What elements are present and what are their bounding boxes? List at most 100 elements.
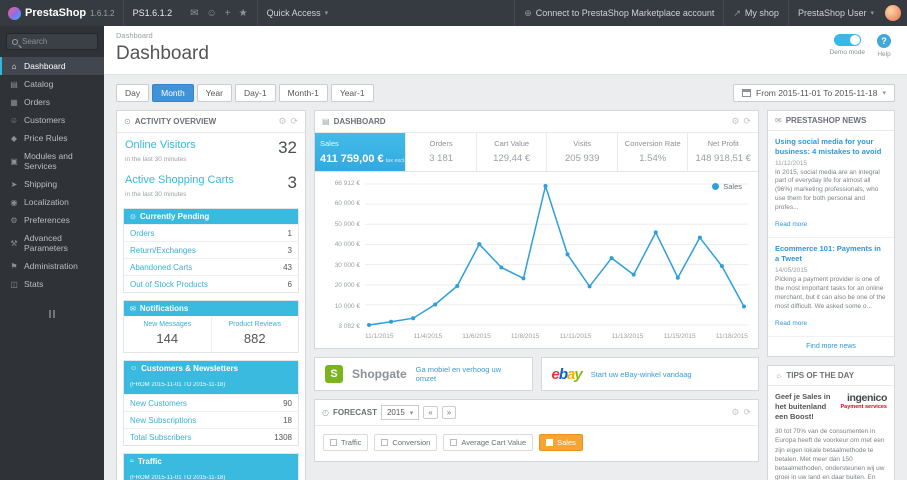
news-article-link[interactable]: Using social media for your business: 4 …	[775, 137, 887, 157]
news-article-excerpt: Picking a payment provider is one of the…	[775, 275, 886, 310]
sidebar-item-preferences[interactable]: ⚙ Preferences	[0, 211, 104, 229]
forecast-legend: Traffic Conversion Average Cart Value Sa…	[315, 426, 758, 461]
read-more-link[interactable]: Read more	[775, 221, 807, 228]
sidebar-nav: ⌂ Dashboard ▤ Catalog ▦ Orders ☺ Customers ◆…	[0, 57, 104, 293]
product-reviews-cell[interactable]: Product Reviews 882	[210, 316, 299, 352]
forecast-next-button[interactable]: »	[441, 406, 457, 419]
kpi-sales-tab[interactable]: Sales 411 759,00 € tax excl.	[315, 133, 407, 171]
forecast-prev-button[interactable]: «	[423, 406, 438, 419]
breadcrumb[interactable]: Dashboard	[116, 31, 209, 40]
sidebar-collapse-button[interactable]	[0, 305, 104, 323]
expertise-icon[interactable]: ★	[239, 8, 248, 19]
day-minus-1-button[interactable]: Day-1	[234, 84, 276, 102]
date-range-picker[interactable]: From 2015-11-01 To 2015-11-18 ▾	[733, 84, 895, 102]
refresh-icon[interactable]: ⟳	[743, 116, 751, 127]
month-minus-1-button[interactable]: Month-1	[278, 84, 328, 102]
traffic-header: ≈ Traffic (FROM 2015-11-01 TO 2015-11-18)	[124, 454, 298, 480]
sidebar-item-administration[interactable]: ⚑ Administration	[0, 257, 104, 275]
news-article-link[interactable]: Ecommerce 101: Payments in a Tweet	[775, 244, 887, 264]
gear-icon[interactable]: ⚙	[731, 407, 739, 418]
checkbox-icon	[330, 439, 337, 446]
quick-access-dropdown[interactable]: Quick Access ▾	[256, 0, 338, 26]
orders-icon: ▦	[10, 97, 18, 107]
forecast-conversion-checkbox[interactable]: Conversion	[374, 434, 438, 451]
out-of-stock-link[interactable]: Out of Stock Products	[130, 280, 208, 289]
new-subscriptions-link[interactable]: New Subscriptions	[130, 416, 196, 425]
online-visitors-link[interactable]: Online Visitors	[125, 139, 196, 151]
refresh-icon[interactable]: ⟳	[743, 407, 751, 418]
user-menu-dropdown[interactable]: PrestaShop User ▾	[787, 0, 883, 26]
refresh-icon[interactable]: ⟳	[290, 116, 298, 127]
active-carts-link[interactable]: Active Shopping Carts	[125, 174, 234, 186]
avatar[interactable]	[885, 5, 901, 21]
sidebar-item-dashboard[interactable]: ⌂ Dashboard	[0, 57, 104, 75]
prestashop-logo[interactable]: PrestaShop 1.6.1.2	[0, 0, 123, 26]
left-column: ⊙ ACTIVITY OVERVIEW ⚙ ⟳ Online Visitors …	[116, 110, 306, 480]
customers-icon: ☺	[9, 115, 19, 125]
kpi-cart-value-tab[interactable]: Cart Value 129,44 €	[477, 133, 548, 171]
sidebar-item-orders[interactable]: ▦ Orders	[0, 93, 104, 111]
kpi-net-profit-tab[interactable]: Net Profit 148 918,51 €	[688, 133, 758, 171]
customers-icon[interactable]: ☺	[207, 8, 217, 19]
active-carts-subtitle: in the last 30 minutes	[125, 191, 187, 198]
forecast-avg-cart-checkbox[interactable]: Average Cart Value	[443, 434, 534, 451]
sidebar-item-stats[interactable]: ◫ Stats	[0, 275, 104, 293]
sidebar-item-catalog[interactable]: ▤ Catalog	[0, 75, 104, 93]
shopgate-link[interactable]: Ga mobiel en verhoog uw omzet	[416, 365, 522, 383]
returns-link[interactable]: Return/Exchanges	[130, 246, 196, 255]
ebay-link[interactable]: Start uw eBay-winkel vandaag	[591, 370, 692, 379]
modules-icon: ▣	[10, 156, 18, 166]
tips-text: 30 tot 70% van de consumenten in Europa …	[775, 428, 885, 480]
gear-icon[interactable]: ⚙	[731, 116, 739, 127]
calendar-icon	[742, 89, 752, 97]
year-minus-1-button[interactable]: Year-1	[330, 84, 374, 102]
gear-icon[interactable]: ⚙	[278, 116, 286, 127]
pending-row: Out of Stock Products 6	[124, 275, 298, 292]
find-more-news-link[interactable]: Find more news	[768, 337, 894, 356]
sidebar-item-modules[interactable]: ▣ Modules and Services	[0, 147, 104, 175]
marketplace-link[interactable]: ⊕ Connect to PrestaShop Marketplace acco…	[514, 0, 723, 26]
forecast-sales-checkbox[interactable]: Sales	[539, 434, 583, 451]
online-visitors-subtitle: in the last 30 minutes	[125, 156, 187, 163]
abandoned-carts-link[interactable]: Abandoned Carts	[130, 263, 192, 272]
kpi-conversion-tab[interactable]: Conversion Rate 1.54%	[618, 133, 689, 171]
forecast-year-select[interactable]: 2015 ▾	[380, 405, 420, 420]
total-subscribers-link[interactable]: Total Subscribers	[130, 433, 191, 442]
sidebar-item-advanced-parameters[interactable]: ⚒ Advanced Parameters	[0, 229, 104, 257]
legend-dot	[712, 183, 720, 190]
add-icon[interactable]: +	[225, 8, 231, 19]
forecast-traffic-checkbox[interactable]: Traffic	[323, 434, 369, 451]
search-input[interactable]	[22, 37, 92, 46]
clock-icon: ◴	[322, 408, 329, 417]
orders-link[interactable]: Orders	[130, 229, 154, 238]
page-title: Dashboard	[116, 43, 209, 64]
shipping-icon: ➤	[10, 179, 18, 189]
checkbox-icon	[450, 439, 458, 446]
demo-mode-control: Demo mode	[830, 34, 865, 56]
cart-icon[interactable]: ✉	[190, 8, 198, 19]
sidebar-item-price-rules[interactable]: ◆ Price Rules	[0, 129, 104, 147]
day-button[interactable]: Day	[116, 84, 150, 102]
online-visitors-value: 32	[278, 138, 297, 157]
my-shop-link[interactable]: ↗ My shop	[723, 0, 788, 26]
sidebar-item-localization[interactable]: ◉ Localization	[0, 193, 104, 211]
kpi-visits-tab[interactable]: Visits 205 939	[547, 133, 618, 171]
logo-text: PrestaShop	[25, 7, 87, 19]
help-icon[interactable]: ?	[877, 34, 891, 48]
sidebar-item-shipping[interactable]: ➤ Shipping	[0, 175, 104, 193]
sidebar-item-customers[interactable]: ☺ Customers	[0, 111, 104, 129]
topbar: PrestaShop 1.6.1.2 PS1.6.1.2 ✉ ☺ + ★ Qui…	[0, 0, 907, 26]
notifications-header: ✉ Notifications	[124, 301, 298, 316]
checkbox-icon	[381, 439, 389, 446]
news-article-excerpt: In 2015, social media are an integral pa…	[775, 168, 880, 212]
year-button[interactable]: Year	[196, 84, 232, 102]
activity-overview-header: ⊙ ACTIVITY OVERVIEW ⚙ ⟳	[117, 111, 305, 133]
kpi-orders-tab[interactable]: Orders 3 181	[406, 133, 477, 171]
flag-icon: ⚑	[10, 261, 18, 271]
new-customers-link[interactable]: New Customers	[130, 399, 187, 408]
tips-of-the-day-panel: ☼ TIPS OF THE DAY Geef je Sales in het b…	[767, 364, 895, 480]
demo-mode-toggle[interactable]	[833, 34, 861, 46]
new-messages-cell[interactable]: New Messages 144	[124, 316, 211, 352]
read-more-link[interactable]: Read more	[775, 320, 807, 327]
month-button[interactable]: Month	[152, 84, 194, 102]
